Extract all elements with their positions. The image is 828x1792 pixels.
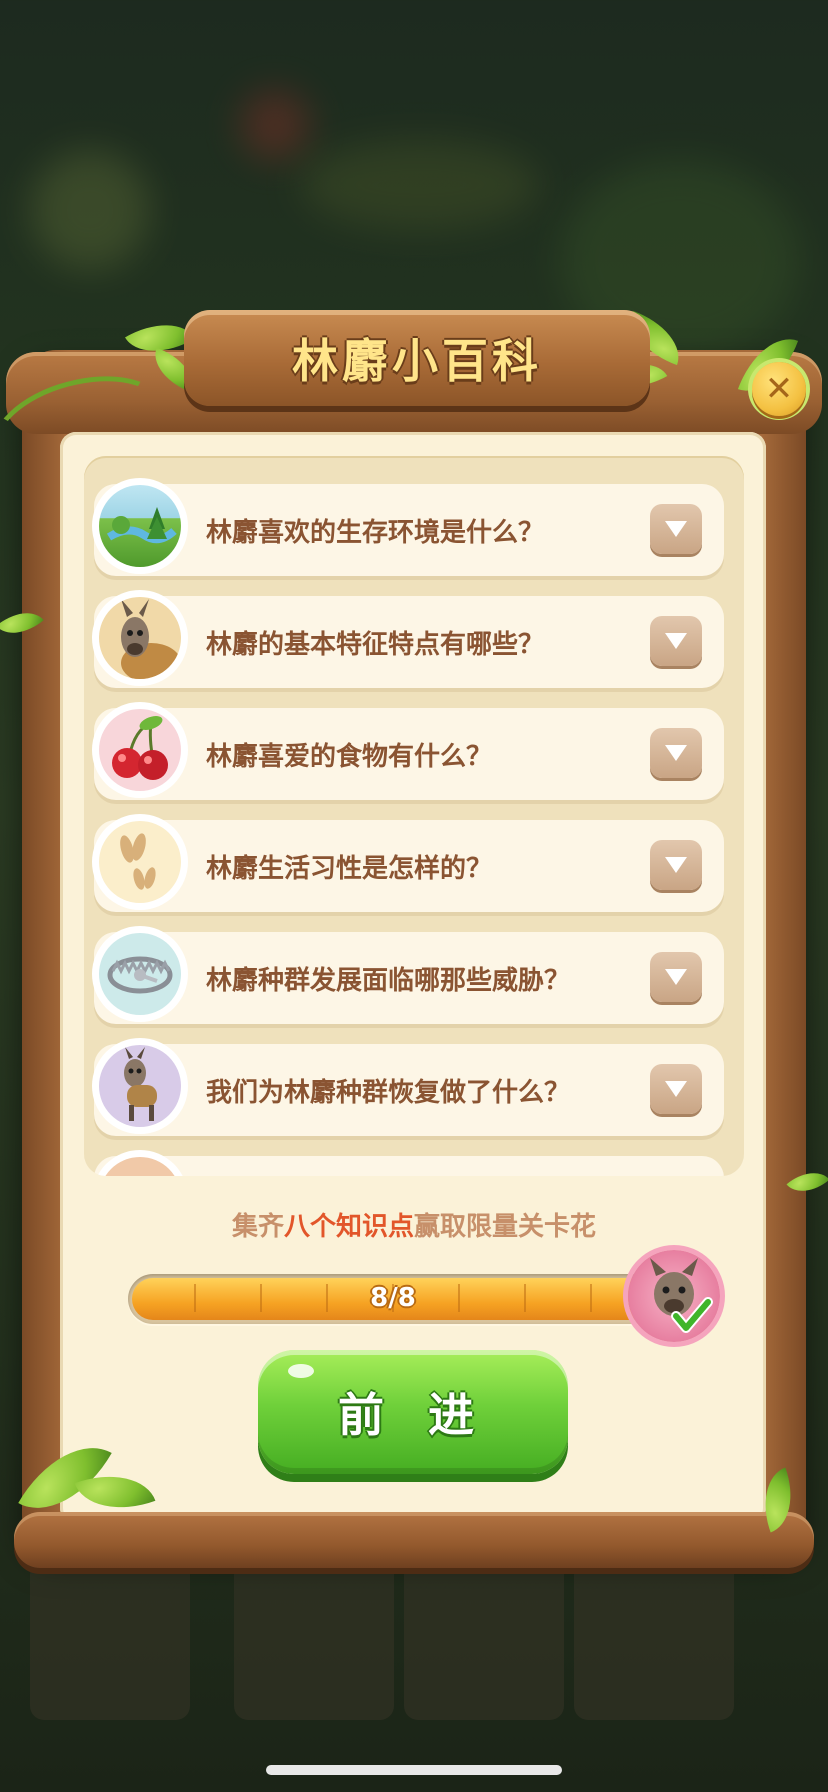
question-item-food[interactable]: 林麝喜爱的食物有什么？ [92,702,724,800]
button-shine [288,1364,314,1378]
question-item-conservation[interactable]: 我们为林麝种群恢复做了什么？ [92,1038,724,1136]
question-label: 林麝种群发展面临哪那些威胁？ [206,966,571,996]
musk-deer-icon [92,590,188,686]
close-icon: ✕ [764,369,794,409]
expand-chevron-icon[interactable] [650,952,702,1002]
reward-hint: 集齐八个知识点赢取限量关卡花 [0,1206,828,1243]
deer-icon [92,1038,188,1134]
reward-prefix: 集齐 [231,1212,284,1242]
progress-label: 8/8 [370,1283,416,1313]
expand-chevron-icon[interactable] [650,504,702,554]
question-label: 林麝喜欢的生存环境是什么？ [206,518,545,548]
forward-button[interactable]: 前 进 [258,1350,568,1474]
question-item-partial[interactable] [92,1150,724,1176]
question-label: 林麝生活习性是怎样的？ [206,854,493,884]
reward-suffix: 赢取限量关卡花 [414,1212,597,1242]
question-item-habitat[interactable]: 林麝喜欢的生存环境是什么？ [92,478,724,576]
expand-chevron-icon[interactable] [650,840,702,890]
question-item-habits[interactable]: 林麝生活习性是怎样的？ [92,814,724,912]
expand-chevron-icon[interactable] [650,1064,702,1114]
question-label: 林麝的基本特征特点有哪些？ [206,630,545,660]
panel-title: 林麝小百科 [292,334,542,388]
landscape-icon [92,478,188,574]
question-label: 林麝喜爱的食物有什么？ [206,742,493,772]
home-indicator[interactable] [266,1765,562,1775]
knowledge-progress-bar: 8/8 [128,1274,658,1324]
deer-mascot-icon [650,1258,713,1333]
reward-highlight: 八个知识点 [283,1212,414,1242]
expand-chevron-icon[interactable] [650,616,702,666]
hoofprint-icon [92,814,188,910]
question-item-features[interactable]: 林麝的基本特征特点有哪些？ [92,590,724,688]
cherry-icon [92,702,188,798]
trap-icon [92,926,188,1022]
question-list[interactable]: 林麝喜欢的生存环境是什么？ 林麝的基本特征特点有哪些？ 林麝喜爱的食物有什么？ … [84,456,744,1176]
expand-chevron-icon[interactable] [650,728,702,778]
panel-bottom-beam [14,1512,814,1568]
close-button[interactable]: ✕ [752,362,806,416]
question-label: 我们为林麝种群恢复做了什么？ [206,1078,571,1108]
item-icon [92,1150,188,1176]
title-plaque: 林麝小百科 [184,310,650,406]
forward-button-label: 前 进 [337,1388,488,1442]
reward-flower-badge[interactable] [628,1250,720,1342]
question-item-threats[interactable]: 林麝种群发展面临哪那些威胁？ [92,926,724,1024]
